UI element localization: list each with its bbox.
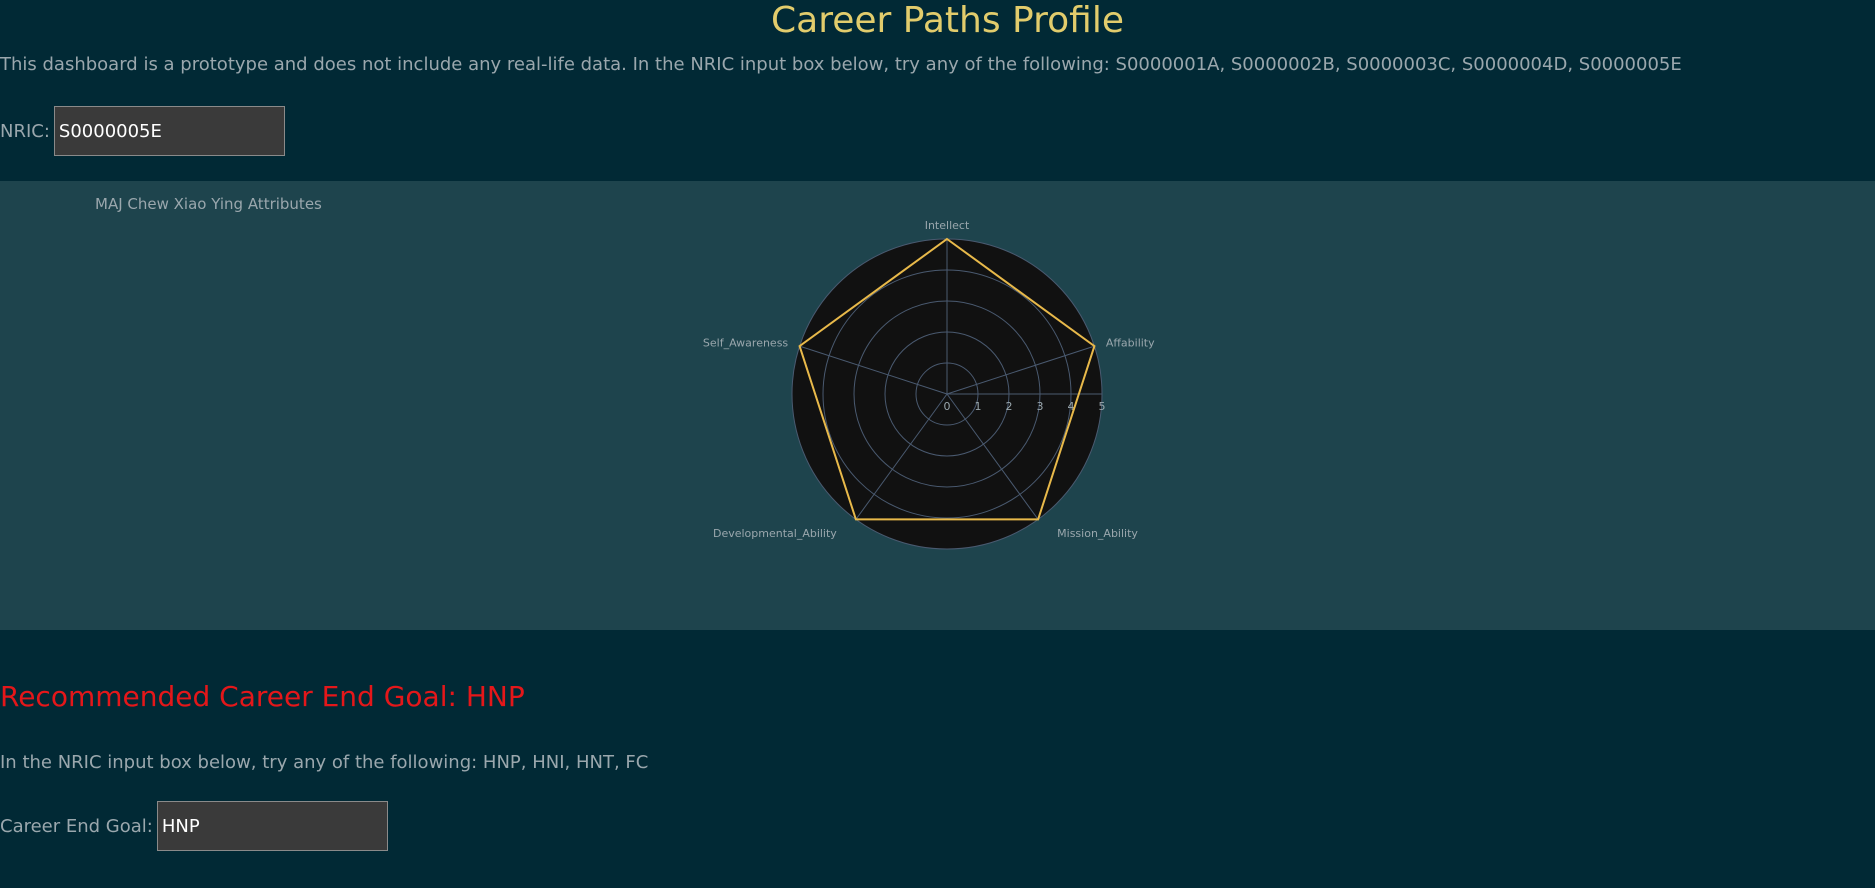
axis-label-self-awareness: Self_Awareness <box>703 336 789 349</box>
goal-row: Career End Goal: <box>0 801 388 851</box>
nric-input[interactable] <box>53 106 285 156</box>
chart-title: MAJ Chew Xiao Ying Attributes <box>95 195 322 213</box>
axis-label-affability: Affability <box>1106 336 1155 349</box>
radar-chart-panel: MAJ Chew Xiao Ying Attributes 0 1 2 3 4 5 Intel… <box>0 181 1875 630</box>
radial-tick-label: 1 <box>975 400 982 413</box>
goal-label: Career End Goal: <box>0 815 153 837</box>
nric-row: NRIC: <box>0 106 285 156</box>
radial-tick-label: 3 <box>1037 400 1044 413</box>
axis-label-mission-ability: Mission_Ability <box>1057 527 1138 540</box>
career-goal-input[interactable] <box>156 801 388 851</box>
goal-hint: In the NRIC input box below, try any of … <box>0 752 649 773</box>
radial-tick-label: 5 <box>1099 400 1106 413</box>
intro-text: This dashboard is a prototype and does n… <box>0 54 1682 75</box>
axis-label-intellect: Intellect <box>925 219 970 232</box>
radial-tick-label: 2 <box>1006 400 1013 413</box>
radar-chart: MAJ Chew Xiao Ying Attributes0 1 2 3 4 5Intel… <box>95 195 1155 550</box>
axis-label-developmental-ability: Developmental_Ability <box>713 527 837 540</box>
goal-heading: Recommended Career End Goal: HNP <box>0 680 525 713</box>
nric-label: NRIC: <box>0 120 50 142</box>
radial-tick-label: 0 <box>944 400 951 413</box>
page-title: Career Paths Profile <box>771 0 1124 41</box>
